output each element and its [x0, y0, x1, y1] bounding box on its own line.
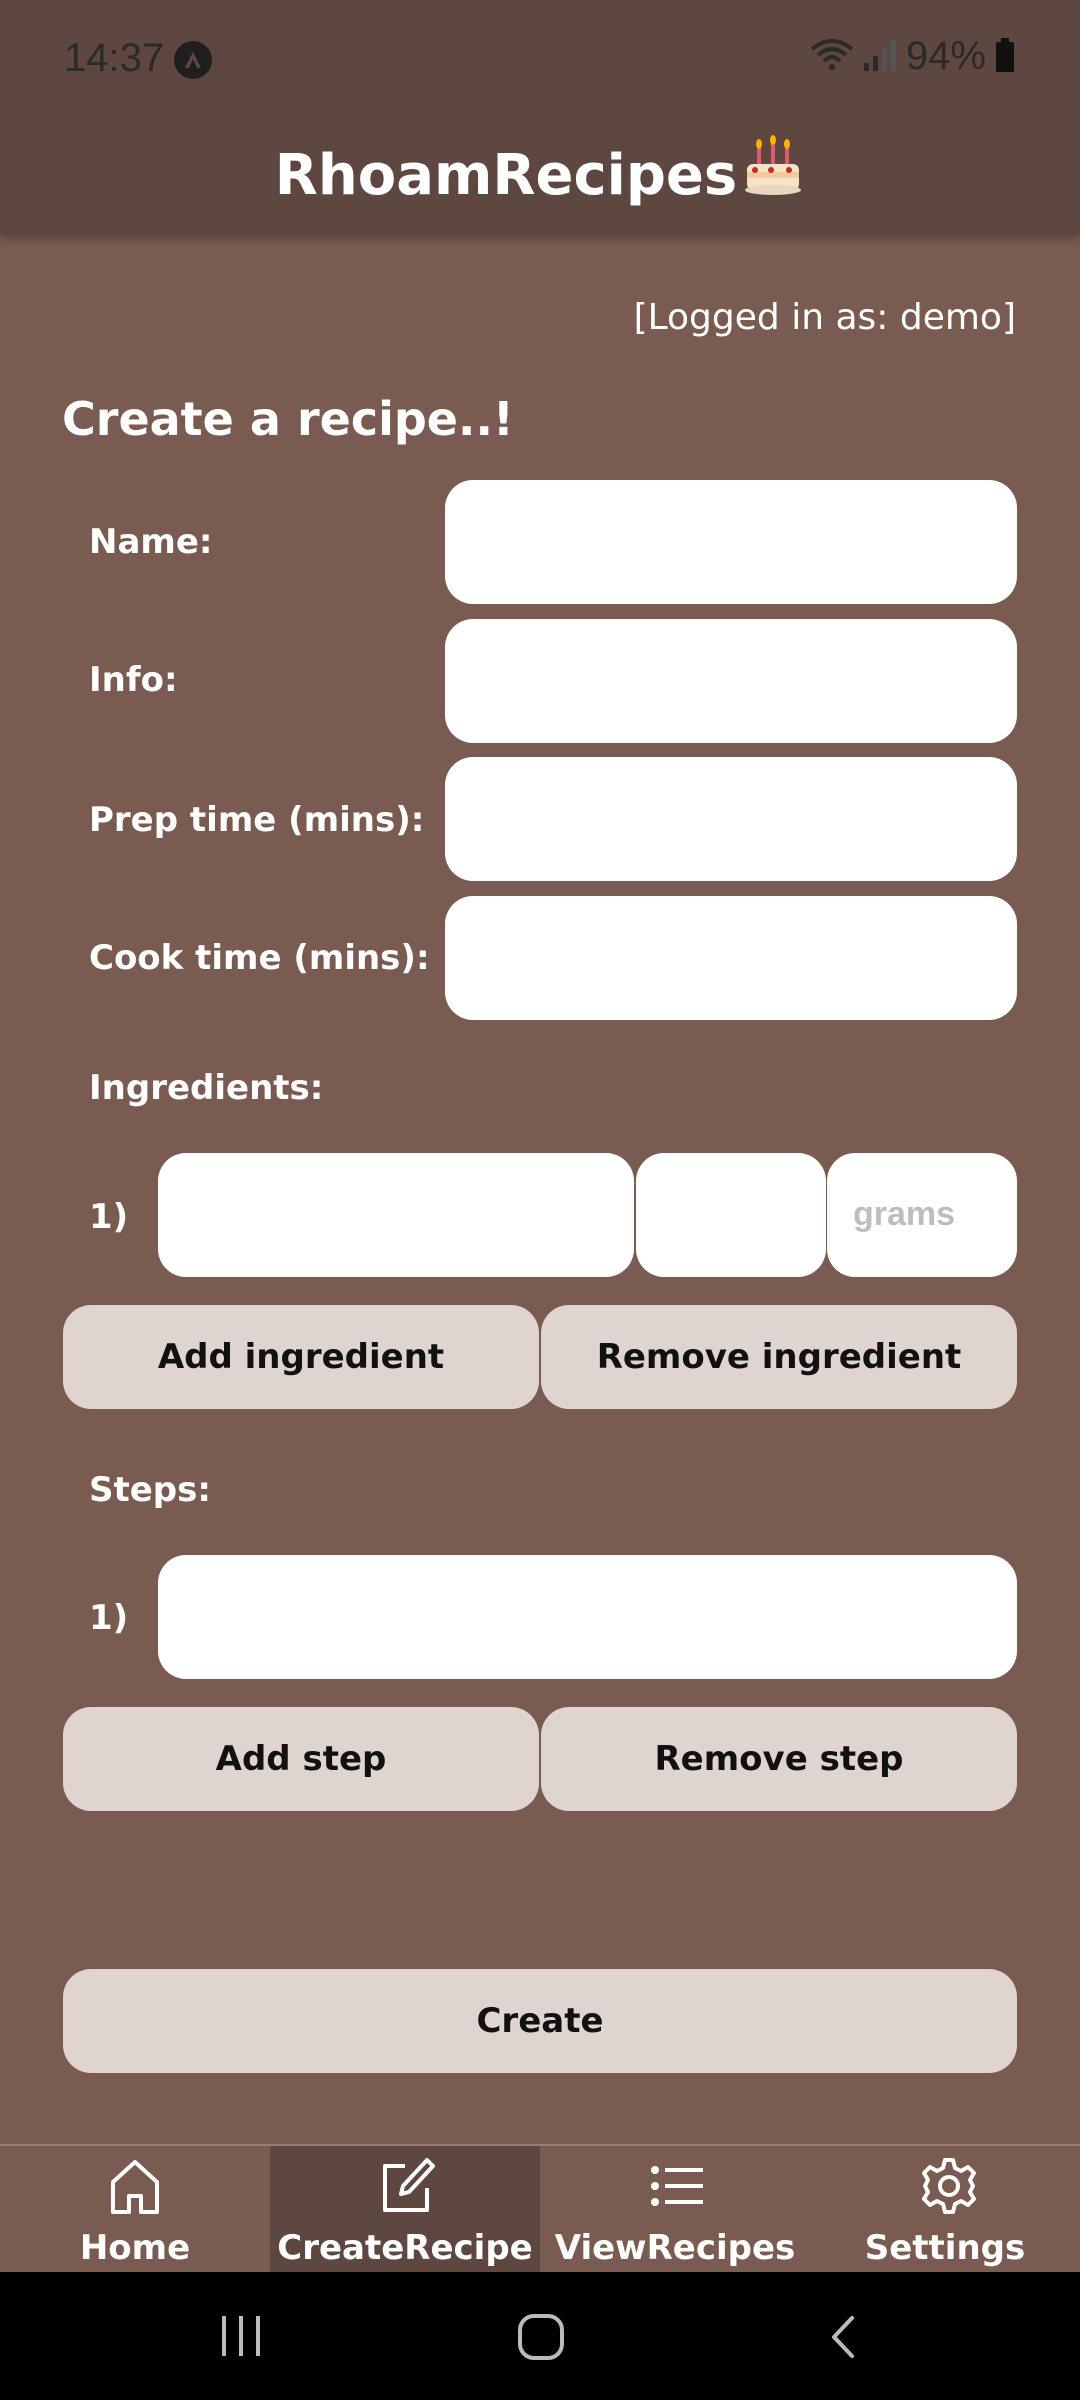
remove-ingredient-button[interactable]: Remove ingredient	[541, 1305, 1017, 1409]
ingredient-index: 1)	[89, 1197, 129, 1237]
wifi-icon	[810, 37, 854, 77]
nav-create-recipe[interactable]: CreateRecipe	[270, 2146, 540, 2274]
step-index: 1)	[89, 1598, 129, 1638]
status-time: 14:37	[64, 36, 165, 80]
nav-settings[interactable]: Settings	[810, 2146, 1080, 2274]
prep-time-input[interactable]	[445, 757, 1017, 881]
nav-view-recipes-label: ViewRecipes	[554, 2228, 796, 2268]
nav-settings-label: Settings	[864, 2228, 1026, 2268]
logged-in-status: [Logged in as: demo]	[633, 297, 1016, 338]
info-input[interactable]	[445, 619, 1017, 743]
back-icon[interactable]	[826, 2312, 860, 2366]
signal-icon	[862, 37, 898, 77]
name-input[interactable]	[445, 480, 1017, 604]
system-navigation-bar	[0, 2272, 1080, 2400]
cake-icon	[741, 134, 805, 212]
cook-time-label: Cook time (mins):	[89, 938, 430, 978]
notification-icon	[174, 41, 212, 79]
ingredient-name-input[interactable]	[158, 1153, 634, 1277]
app-title: RhoamRecipes	[0, 134, 1080, 212]
info-label: Info:	[89, 660, 178, 700]
app-title-text: RhoamRecipes	[274, 143, 738, 208]
recent-apps-icon[interactable]	[218, 2312, 264, 2364]
nav-home[interactable]: Home	[0, 2146, 270, 2274]
ingredients-label: Ingredients:	[89, 1068, 324, 1108]
battery-percent: 94%	[905, 34, 986, 78]
cook-time-input[interactable]	[445, 896, 1017, 1020]
page-title: Create a recipe..!	[62, 392, 514, 446]
edit-icon	[379, 2156, 435, 2220]
app-bar: RhoamRecipes	[0, 120, 1080, 235]
bottom-navigation: Home CreateRecipe ViewRecipes Settings	[0, 2144, 1080, 2274]
ingredient-unit-placeholder: grams	[853, 1195, 956, 1233]
home-system-icon[interactable]	[516, 2312, 566, 2366]
nav-home-label: Home	[79, 2228, 191, 2268]
battery-icon	[994, 37, 1016, 77]
step-input[interactable]	[158, 1555, 1017, 1679]
name-label: Name:	[89, 522, 213, 562]
status-bar: 14:37 94%	[0, 0, 1080, 120]
ingredient-unit-input[interactable]: grams	[827, 1153, 1017, 1277]
ingredient-amount-input[interactable]	[636, 1153, 826, 1277]
home-icon	[109, 2156, 161, 2220]
create-button[interactable]: Create	[63, 1969, 1017, 2073]
gear-icon	[919, 2156, 979, 2220]
add-ingredient-button[interactable]: Add ingredient	[63, 1305, 539, 1409]
nav-create-recipe-label: CreateRecipe	[277, 2228, 533, 2268]
prep-time-label: Prep time (mins):	[89, 800, 425, 840]
steps-label: Steps:	[89, 1470, 211, 1510]
nav-view-recipes[interactable]: ViewRecipes	[540, 2146, 810, 2274]
remove-step-button[interactable]: Remove step	[541, 1707, 1017, 1811]
list-icon	[649, 2156, 705, 2220]
status-indicators: 94%	[810, 34, 1016, 79]
add-step-button[interactable]: Add step	[63, 1707, 539, 1811]
